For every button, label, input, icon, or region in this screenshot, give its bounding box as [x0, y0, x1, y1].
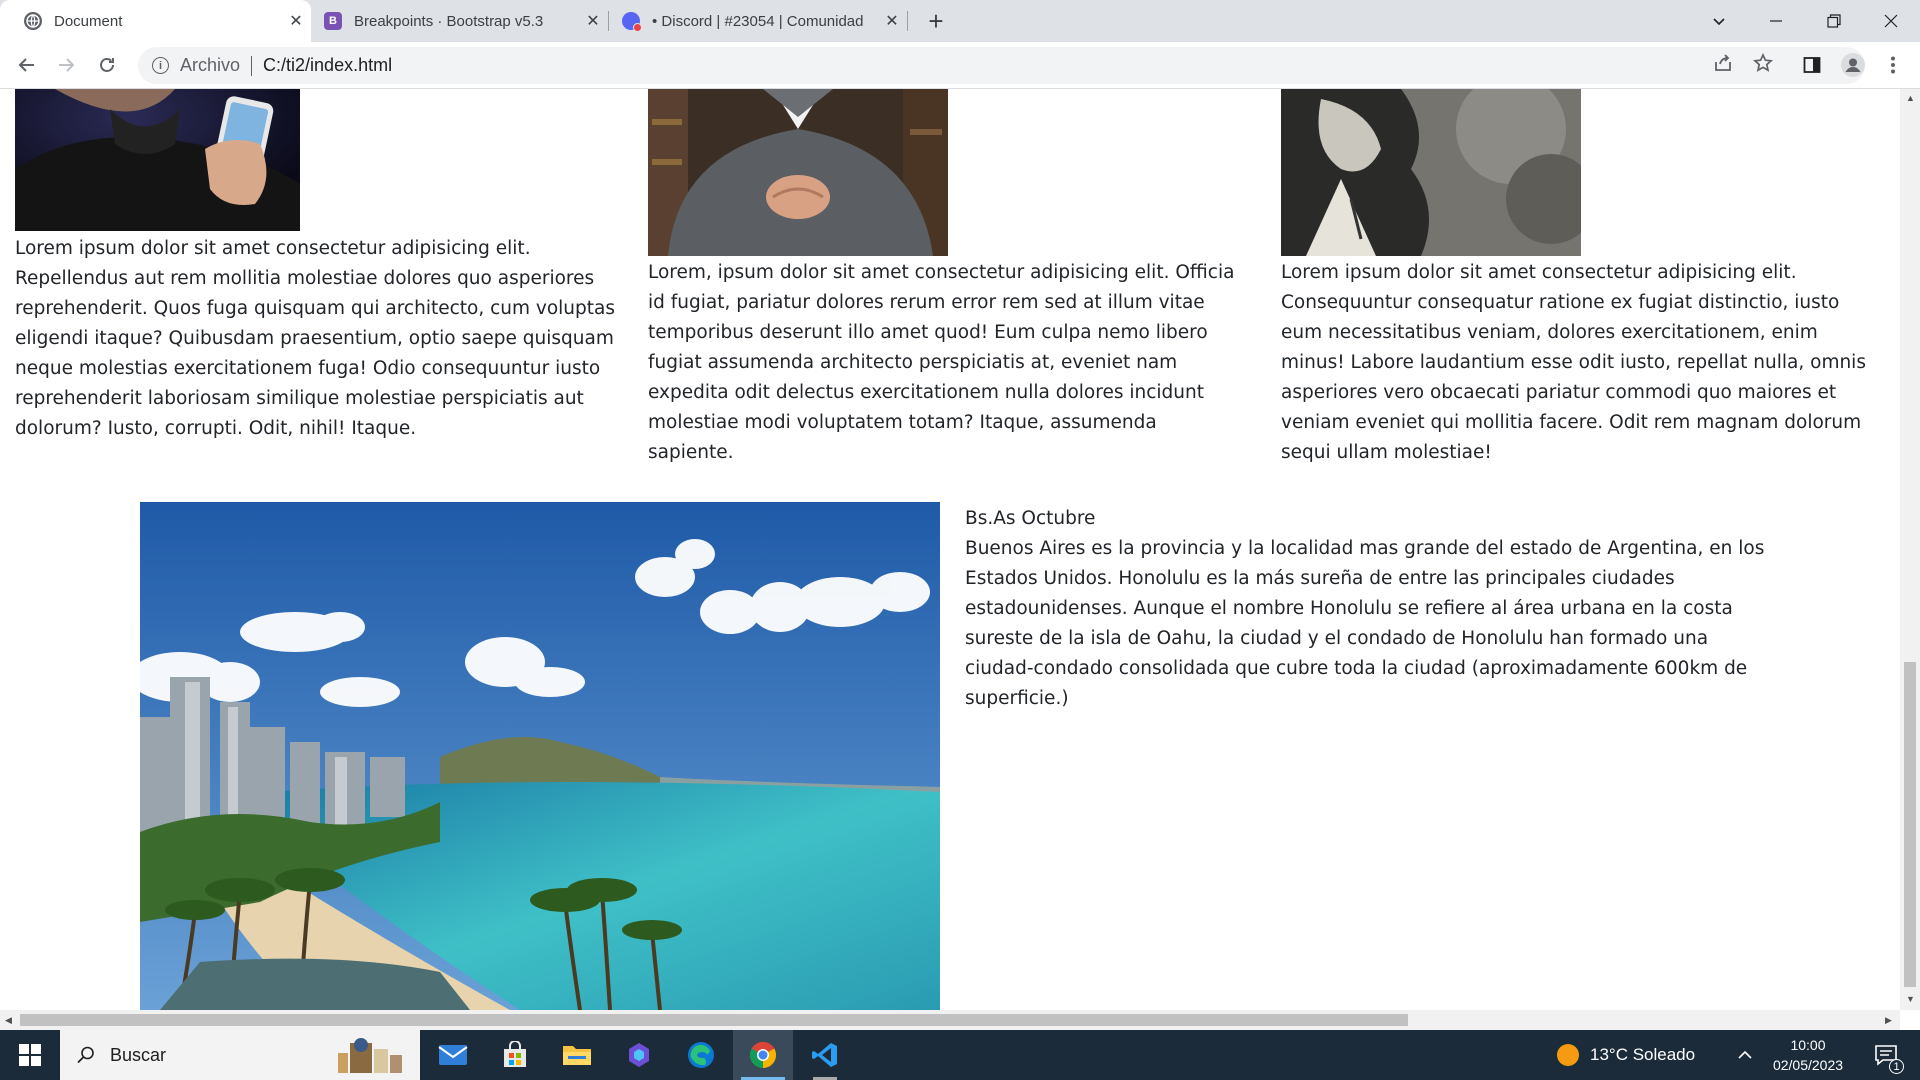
tab-title: Breakpoints · Bootstrap v5.3	[354, 12, 544, 30]
column-2-image	[648, 89, 948, 256]
tab-close-icon[interactable]: ✕	[877, 11, 907, 31]
restore-icon	[1827, 14, 1841, 28]
share-button[interactable]	[1708, 48, 1738, 78]
horizontal-scroll-thumb[interactable]	[20, 1014, 1408, 1026]
notification-count: 1	[1889, 1059, 1904, 1074]
reload-button[interactable]	[92, 50, 122, 80]
folder-icon	[563, 1046, 591, 1065]
start-button[interactable]	[0, 1030, 60, 1080]
search-highlight-icon	[338, 1038, 402, 1073]
sun-icon	[1557, 1044, 1579, 1066]
store-app-button[interactable]	[485, 1030, 545, 1080]
clock-date: 02/05/2023	[1772, 1057, 1844, 1073]
mail-app-button[interactable]	[423, 1030, 483, 1080]
globe-icon	[24, 12, 42, 30]
bootstrap-icon: B	[324, 12, 342, 30]
tab-title: • Discord | #23054 | Comunidad	[652, 12, 864, 30]
show-hidden-icons-button[interactable]	[1736, 1030, 1754, 1080]
copilot-icon	[629, 1043, 649, 1067]
side-panel-button[interactable]	[1797, 50, 1827, 80]
tab-document[interactable]: Document ✕	[0, 0, 311, 42]
feature-paragraph: Buenos Aires es la provincia y la locali…	[965, 538, 1765, 709]
column-1-paragraph: Lorem ipsum dolor sit amet consectetur a…	[15, 238, 616, 439]
close-icon	[1884, 14, 1898, 28]
edge-app-button[interactable]	[671, 1030, 731, 1080]
column-1-image	[15, 89, 300, 231]
chevron-down-icon	[1713, 18, 1725, 26]
column-3-image	[1281, 89, 1581, 256]
tab-divider	[907, 11, 908, 31]
tab-search-button[interactable]	[1690, 0, 1748, 42]
address-bar[interactable]: i Archivo C:/ti2/index.html	[138, 47, 1865, 84]
notification-dot-icon	[633, 23, 642, 32]
chrome-app-button[interactable]	[733, 1030, 793, 1080]
honolulu-beach-image	[140, 502, 940, 1010]
forward-button[interactable]	[51, 50, 81, 80]
tab-discord[interactable]: • Discord | #23054 | Comunidad ✕	[609, 0, 907, 42]
clock-time: 10:00	[1790, 1037, 1826, 1053]
vertical-scrollbar[interactable]: ▲ ▼	[1900, 89, 1920, 1010]
discord-icon	[622, 12, 642, 32]
taskbar-search-box[interactable]: Buscar	[60, 1030, 420, 1080]
page-viewport: Lorem ipsum dolor sit amet consectetur a…	[0, 89, 1900, 1010]
store-icon	[504, 1041, 526, 1067]
clock[interactable]: 10:00 02/05/2023	[1766, 1030, 1850, 1080]
minimize-icon	[1770, 20, 1782, 22]
column-2-paragraph: Lorem, ipsum dolor sit amet consectetur …	[648, 262, 1235, 463]
more-vertical-icon	[1891, 56, 1895, 74]
scroll-up-icon[interactable]: ▲	[1906, 93, 1915, 103]
tab-close-icon[interactable]: ✕	[281, 11, 311, 31]
mail-icon	[438, 1045, 468, 1065]
tab-title: Document	[54, 12, 123, 30]
arrow-right-icon	[59, 58, 75, 72]
search-icon	[77, 1046, 94, 1064]
new-tab-button[interactable]: +	[922, 6, 950, 37]
vscode-app-button[interactable]	[795, 1030, 855, 1080]
scroll-left-icon[interactable]: ◀	[5, 1015, 12, 1026]
profile-button[interactable]	[1838, 50, 1868, 80]
menu-button[interactable]	[1878, 50, 1908, 80]
vscode-icon	[812, 1043, 837, 1067]
browser-toolbar: i Archivo C:/ti2/index.html	[0, 42, 1920, 89]
edge-icon	[688, 1042, 714, 1068]
restore-button[interactable]	[1805, 0, 1863, 42]
chevron-up-icon	[1738, 1050, 1752, 1059]
close-window-button[interactable]	[1862, 0, 1920, 42]
scroll-down-icon[interactable]: ▼	[1906, 994, 1915, 1004]
tab-close-icon[interactable]: ✕	[578, 11, 608, 31]
scroll-right-icon[interactable]: ▶	[1885, 1015, 1892, 1026]
file-explorer-button[interactable]	[547, 1030, 607, 1080]
star-icon	[1753, 53, 1773, 72]
vertical-scroll-thumb[interactable]	[1904, 662, 1916, 987]
horizontal-scrollbar[interactable]: ◀ ▶	[0, 1010, 1900, 1030]
side-panel-icon	[1803, 57, 1821, 73]
avatar-icon	[1841, 53, 1865, 77]
tab-bootstrap-breakpoints[interactable]: B Breakpoints · Bootstrap v5.3 ✕	[311, 0, 608, 42]
url-text[interactable]: C:/ti2/index.html	[263, 55, 392, 76]
chrome-icon	[749, 1041, 777, 1069]
address-divider	[251, 55, 253, 76]
arrow-left-icon	[18, 58, 34, 72]
feature-title: Bs.As Octubre	[965, 508, 1096, 529]
reload-icon	[100, 58, 114, 72]
search-placeholder: Buscar	[110, 1044, 167, 1065]
minimize-button[interactable]	[1747, 0, 1805, 42]
back-button[interactable]	[12, 50, 42, 80]
weather-text: 13°C Soleado	[1590, 1045, 1696, 1064]
security-label: Archivo	[180, 55, 241, 75]
info-icon[interactable]: i	[152, 57, 169, 74]
windows-taskbar: Buscar 13°C Soleado 10:00 02/05/2023 1	[0, 1030, 1920, 1080]
share-icon	[1715, 54, 1731, 71]
bookmark-button[interactable]	[1748, 48, 1778, 78]
notification-center-button[interactable]: 1	[1866, 1030, 1906, 1080]
tab-strip: Document ✕ B Breakpoints · Bootstrap v5.…	[0, 0, 1920, 42]
column-3-paragraph: Lorem ipsum dolor sit amet consectetur a…	[1281, 262, 1866, 463]
copilot-app-button[interactable]	[609, 1030, 669, 1080]
weather-widget[interactable]: 13°C Soleado	[1556, 1030, 1695, 1080]
windows-logo-icon	[19, 1044, 41, 1066]
